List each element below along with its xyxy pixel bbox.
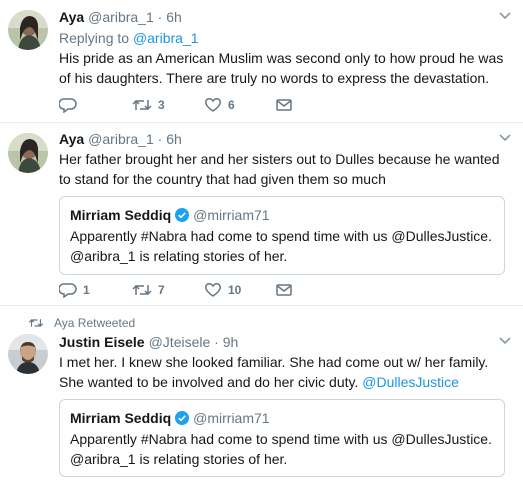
- timeline: Aya @aribra_1 · 6h Replying to @aribra_1 …: [0, 0, 523, 484]
- like-icon: [205, 98, 221, 112]
- tweet[interactable]: Aya Retweeted Justin Eisele @Jteisele · 9…: [0, 306, 523, 484]
- reply-button[interactable]: [59, 96, 83, 114]
- author-handle[interactable]: @aribra_1: [88, 131, 154, 147]
- author-name[interactable]: Aya: [59, 131, 84, 147]
- quoted-tweet-header: Mirriam Seddiq @mirriam71: [70, 409, 494, 427]
- like-count: 10: [228, 283, 242, 297]
- like-button[interactable]: 10: [204, 281, 241, 299]
- tweet-header: Aya @aribra_1 · 6h: [59, 130, 511, 148]
- replying-to: Replying to @aribra_1: [59, 29, 511, 47]
- message-icon: [276, 284, 292, 296]
- retweet-count: 7: [158, 283, 165, 297]
- quoted-tweet-text: Apparently #Nabra had come to spend time…: [70, 431, 492, 467]
- separator-dot: ·: [157, 9, 163, 25]
- chevron-down-icon[interactable]: [499, 337, 511, 345]
- avatar[interactable]: [8, 133, 48, 173]
- verified-badge-icon: [175, 208, 190, 222]
- retweet-icon: [132, 99, 152, 111]
- tweet-timestamp[interactable]: 9h: [223, 334, 239, 350]
- retweeted-by[interactable]: Aya Retweeted: [54, 316, 135, 330]
- replying-prefix: Replying to: [59, 30, 130, 46]
- tweet-header: Aya @aribra_1 · 6h: [59, 8, 511, 26]
- quoted-author-handle: @mirriam71: [193, 207, 270, 223]
- tweet-timestamp[interactable]: 6h: [166, 9, 182, 25]
- tweet-text: I met her. I knew she looked familiar. S…: [59, 352, 511, 392]
- like-count: 6: [228, 98, 235, 112]
- reply-count: 1: [83, 283, 90, 297]
- reply-icon: [59, 283, 77, 298]
- reply-button[interactable]: 1: [59, 281, 90, 299]
- message-button[interactable]: [276, 281, 292, 299]
- tweet-text: Her father brought her and her sisters o…: [59, 151, 500, 187]
- retweet-icon: [132, 284, 152, 296]
- message-button[interactable]: [276, 96, 292, 114]
- quoted-tweet[interactable]: Mirriam Seddiq @mirriam71 Apparently #Na…: [59, 196, 505, 275]
- author-name[interactable]: Aya: [59, 9, 84, 25]
- retweet-icon: [28, 319, 44, 327]
- quoted-tweet-header: Mirriam Seddiq @mirriam71: [70, 206, 494, 224]
- tweet[interactable]: Aya @aribra_1 · 6h Her father brought her…: [0, 123, 523, 306]
- retweet-banner: Aya Retweeted: [28, 316, 135, 330]
- mention-link[interactable]: @DullesJustice: [362, 374, 459, 390]
- message-icon: [276, 99, 292, 111]
- avatar[interactable]: [8, 334, 48, 374]
- quoted-tweet-text: Apparently #Nabra had come to spend time…: [70, 228, 492, 264]
- quoted-author-name: Mirriam Seddiq: [70, 207, 172, 223]
- tweet[interactable]: Aya @aribra_1 · 6h Replying to @aribra_1 …: [0, 0, 523, 123]
- retweet-button[interactable]: 7: [132, 281, 165, 299]
- separator-dot: ·: [214, 334, 219, 350]
- quoted-author-name: Mirriam Seddiq: [70, 410, 172, 426]
- author-name[interactable]: Justin Eisele: [59, 334, 145, 350]
- quoted-author-handle: @mirriam71: [193, 410, 270, 426]
- tweet-header: Justin Eisele @Jteisele · 9h: [59, 333, 511, 351]
- chevron-down-icon[interactable]: [499, 134, 511, 142]
- reply-icon: [59, 98, 77, 113]
- replying-to-link[interactable]: @aribra_1: [133, 30, 199, 46]
- retweet-count: 3: [158, 98, 165, 112]
- avatar[interactable]: [8, 10, 48, 50]
- chevron-down-icon[interactable]: [499, 12, 511, 20]
- verified-badge-icon: [175, 411, 190, 425]
- quoted-tweet[interactable]: Mirriam Seddiq @mirriam71 Apparently #Na…: [59, 399, 505, 477]
- author-handle[interactable]: @aribra_1: [88, 9, 154, 25]
- tweet-text: His pride as an American Muslim was seco…: [59, 50, 504, 86]
- author-handle[interactable]: @Jteisele: [149, 334, 211, 350]
- separator-dot: ·: [157, 131, 163, 147]
- like-button[interactable]: 6: [204, 96, 235, 114]
- like-icon: [205, 283, 221, 297]
- tweet-timestamp[interactable]: 6h: [166, 131, 182, 147]
- retweet-button[interactable]: 3: [132, 96, 165, 114]
